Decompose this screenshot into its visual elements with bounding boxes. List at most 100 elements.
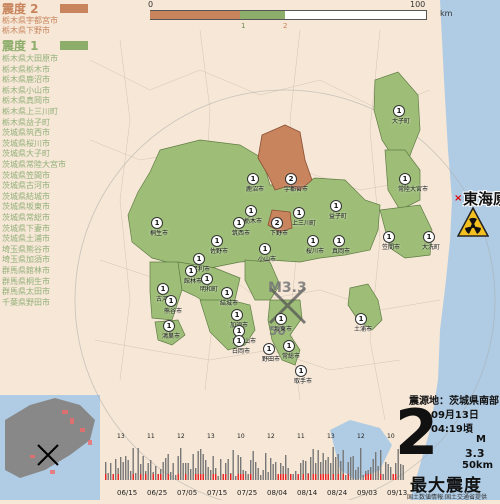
history-bar-strong xyxy=(392,474,394,480)
history-bar-strong xyxy=(240,474,242,480)
history-date-label: 09/03 xyxy=(357,489,377,497)
history-bar-strong xyxy=(250,474,252,480)
depth-value: 50km xyxy=(462,460,493,471)
history-count-label: 10 xyxy=(387,433,395,440)
place-name: 大子町 xyxy=(392,118,411,125)
history-bar xyxy=(287,468,289,480)
history-bar-strong xyxy=(322,474,324,480)
history-bar xyxy=(172,463,174,480)
history-date-label: 07/05 xyxy=(177,489,197,497)
history-bar xyxy=(130,471,132,480)
level-1-item: 埼玉県熊谷市 xyxy=(2,244,50,254)
scale-bar-fill xyxy=(150,11,240,19)
level-2-color-bar xyxy=(60,4,88,13)
scale-unit: km xyxy=(440,9,453,18)
history-bar-strong xyxy=(297,474,299,480)
scale-bar-fill-2 xyxy=(240,11,285,19)
history-bar xyxy=(292,474,294,480)
history-bar xyxy=(245,471,247,480)
history-bar xyxy=(377,466,379,480)
history-date-label: 08/04 xyxy=(267,489,288,497)
history-count-label: 12 xyxy=(267,433,275,440)
history-bar-strong xyxy=(112,474,114,480)
history-bar-strong xyxy=(277,474,279,480)
history-bar-strong xyxy=(347,474,349,480)
history-bar-strong xyxy=(200,474,202,480)
level-1-item: 群馬県太田市 xyxy=(2,287,50,297)
history-bar-strong xyxy=(152,474,154,480)
history-bar xyxy=(387,464,389,480)
history-bar xyxy=(180,448,182,480)
history-bar-strong xyxy=(225,474,227,480)
history-bar-strong xyxy=(195,474,197,480)
place-name: 熊谷市 xyxy=(164,308,183,315)
history-date-label: 07/25 xyxy=(237,489,257,497)
magnitude-label: M xyxy=(476,434,486,445)
level-1-item: 群馬県館林市 xyxy=(2,266,50,275)
scale-legend-2: 2 xyxy=(283,22,288,30)
history-bar xyxy=(120,457,122,480)
history-count-label: 11 xyxy=(297,433,305,440)
history-bar-strong xyxy=(242,474,244,480)
level-1-item: 千葉県野田市 xyxy=(2,297,50,307)
place-name: 小山市 xyxy=(258,256,277,263)
history-bar-strong xyxy=(105,474,107,480)
level-1-item: 茨城県坂東市 xyxy=(2,202,50,212)
place-name: 真岡市 xyxy=(332,248,351,255)
history-bar xyxy=(360,448,362,480)
history-bar xyxy=(227,459,229,480)
history-bar xyxy=(107,473,109,480)
history-count-label: 11 xyxy=(147,433,155,440)
history-bar xyxy=(270,458,272,480)
history-bar xyxy=(345,475,347,480)
radiation-icon xyxy=(457,207,489,237)
history-bar xyxy=(330,463,332,480)
place-name: 野田市 xyxy=(262,356,281,363)
history-bar xyxy=(372,459,374,480)
history-bar xyxy=(207,467,209,480)
quake-map: M3.3 50 06/15 13 06/25 11 07/05 12 07/15 13 07/2… xyxy=(0,0,500,504)
history-bar-strong xyxy=(167,474,169,480)
level-1-item: 茨城県古河市 xyxy=(2,181,50,191)
history-bar-strong xyxy=(222,474,224,480)
place-name: 鹿沼市 xyxy=(246,186,265,193)
history-bar xyxy=(210,470,212,480)
place-name: 佐野市 xyxy=(210,248,229,255)
history-bar-strong xyxy=(185,474,187,480)
history-bar-strong xyxy=(157,474,159,480)
history-bar-strong xyxy=(320,474,322,480)
place-name: 大洗町 xyxy=(422,244,441,251)
scale-legend-1: 1 xyxy=(241,22,246,30)
level-2-title: 震度 2 xyxy=(2,2,39,16)
history-bar xyxy=(232,450,234,480)
history-bar-strong xyxy=(337,474,339,480)
history-bar xyxy=(275,462,277,480)
history-bar xyxy=(190,469,192,480)
level-1-item: 茨城県桜川市 xyxy=(2,138,50,148)
history-bar xyxy=(205,460,207,480)
history-date-label: 06/15 xyxy=(117,489,137,497)
history-bar xyxy=(335,457,337,480)
level-1-item: 茨城県常総市 xyxy=(2,213,50,222)
history-bar xyxy=(352,456,354,480)
history-bar xyxy=(390,467,392,480)
level-1-item: 茨城県筑西市 xyxy=(2,128,50,138)
history-bar xyxy=(247,474,249,480)
place-name: 坂東市 xyxy=(274,326,293,333)
history-bar xyxy=(182,463,184,480)
history-bar-strong xyxy=(380,474,382,480)
history-bar xyxy=(220,459,222,480)
quake-date: 09月13日 xyxy=(431,410,479,421)
history-bar-strong xyxy=(332,474,334,480)
place-name: 栃木市 xyxy=(244,218,263,225)
place-name: 鴻巣市 xyxy=(162,333,181,340)
history-date-label: 09/13 xyxy=(387,489,407,497)
magnitude-value: 3.3 xyxy=(465,447,485,460)
history-bar xyxy=(170,472,172,480)
history-date-label: 08/14 xyxy=(297,489,318,497)
level-1-item: 栃木県小山市 xyxy=(2,85,50,95)
history-date-label: 07/15 xyxy=(207,489,227,497)
history-bar-strong xyxy=(177,474,179,480)
scale-tick-0: 0 xyxy=(148,0,154,9)
level-1-title: 震度 1 xyxy=(2,39,39,53)
